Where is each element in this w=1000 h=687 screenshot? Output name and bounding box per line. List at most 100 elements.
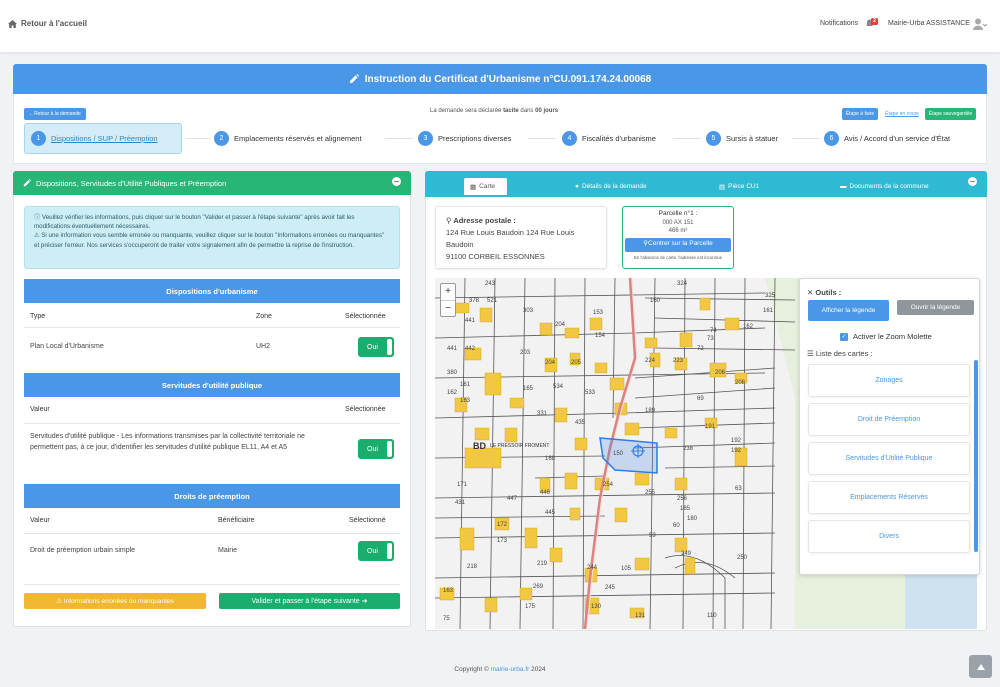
info-circle-icon: ⓘ bbox=[34, 214, 42, 221]
back-to-request-button[interactable]: ← Retour à la demande bbox=[24, 108, 86, 120]
parcel-number-label: 162 bbox=[743, 324, 754, 330]
col-beneficiary: Bénéficiaire bbox=[218, 517, 255, 524]
address-line-2: 91100 CORBEIL ESSONNES bbox=[446, 252, 545, 261]
parcel-number-label: 442 bbox=[465, 346, 476, 352]
step-1[interactable]: 1 Dispositions / SUP / Préemption bbox=[31, 130, 158, 146]
tab-map[interactable]: ▦ Carte bbox=[464, 178, 507, 195]
collapse-right-panel-icon[interactable] bbox=[968, 177, 977, 186]
pencil-icon bbox=[23, 179, 31, 187]
parcel-number-label: 533 bbox=[585, 390, 596, 396]
bell-icon[interactable]: 2 bbox=[865, 17, 879, 29]
step-1-label: Dispositions / SUP / Préemption bbox=[51, 133, 158, 143]
checkbox-checked-icon[interactable]: ✓ bbox=[840, 332, 848, 341]
show-legend-button[interactable]: Afficher la légende bbox=[808, 300, 889, 321]
preemption-header: Droits de préemption bbox=[24, 484, 400, 508]
parcel-number-label: 105 bbox=[621, 566, 632, 572]
tab-document-cu1[interactable]: ▤ Pièce CU1 bbox=[719, 178, 759, 195]
step-2[interactable]: 2 Emplacements réservés et alignement bbox=[214, 130, 362, 146]
legend-step-saved: Étape sauvegardée bbox=[925, 108, 976, 120]
map-preemption[interactable]: Droit de Préemption bbox=[808, 403, 970, 436]
page-title: Instruction du Certificat d'Urbanisme n°… bbox=[364, 73, 652, 85]
preemption-toggle[interactable]: Oui bbox=[358, 541, 394, 561]
home-link[interactable]: Retour à l'accueil bbox=[8, 19, 87, 28]
tab-request-details[interactable]: ● Détails de la demande bbox=[575, 178, 647, 195]
left-panel-header: Dispositions, Servitudes d'Utilité Publi… bbox=[13, 171, 411, 195]
parcel-number-label: 69 bbox=[697, 396, 704, 402]
footer: Copyright © mairie-urba.fr 2024 bbox=[454, 666, 546, 673]
disposition-type: Plan Local d'Urbanisme bbox=[30, 343, 104, 350]
maps-list-label: ☰ Liste des cartes : bbox=[807, 349, 873, 358]
step-4[interactable]: 4 Fiscalités d'urbanisme bbox=[562, 130, 656, 146]
parcel-number-label: 218 bbox=[467, 564, 478, 570]
dispositions-header: Dispositions d'urbanisme bbox=[24, 279, 400, 303]
map-servitudes[interactable]: Servitudes d'Utilité Publique bbox=[808, 442, 970, 475]
address-card: ⚲ Adresse postale : 124 Rue Louis Baudoi… bbox=[435, 206, 607, 269]
col-value: Valeur bbox=[30, 517, 50, 524]
user-name[interactable]: Mairie-Urba ASSISTANCE bbox=[888, 20, 970, 27]
notifications-link[interactable]: Notifications bbox=[820, 20, 858, 27]
page-title-bar: Instruction du Certificat d'Urbanisme n°… bbox=[13, 64, 987, 94]
parcel-card: Parcelle n°1 : 000 AX 151 466 m² ⚲ Centr… bbox=[622, 206, 734, 269]
parcel-number-label: 245 bbox=[605, 585, 616, 591]
col-selected: Sélectionnée bbox=[345, 406, 386, 413]
parcel-number-label: 60 bbox=[673, 523, 680, 529]
preemption-beneficiary: Mairie bbox=[218, 547, 238, 554]
maps-list-scrollbar[interactable] bbox=[974, 360, 978, 552]
zoom-out-button[interactable]: − bbox=[441, 300, 455, 317]
map-divers[interactable]: Divers bbox=[808, 520, 970, 553]
step-6[interactable]: 6 Avis / Accord d'un service d'État bbox=[824, 130, 950, 146]
home-icon bbox=[8, 19, 17, 28]
parcel-number-label: 254 bbox=[603, 482, 614, 488]
validate-next-button[interactable]: Valider et passer à l'étape suivante ➜ bbox=[219, 593, 400, 609]
zoom-in-button[interactable]: + bbox=[441, 284, 455, 300]
scroll-to-top-button[interactable] bbox=[969, 655, 992, 678]
open-legend-button[interactable]: Ouvrir la légende bbox=[897, 300, 974, 315]
parcel-number-label: 256 bbox=[677, 496, 688, 502]
step-4-label: Fiscalités d'urbanisme bbox=[582, 133, 656, 143]
col-selected: Sélectionnée bbox=[345, 313, 386, 320]
parcel-number-label: 206 bbox=[715, 370, 726, 376]
parcel-number-label: 255 bbox=[645, 490, 656, 496]
map-zonages[interactable]: Zonages bbox=[808, 364, 970, 397]
report-error-button[interactable]: ⚠ Informations erronées ou manquantes bbox=[24, 593, 206, 609]
servitude-toggle[interactable]: Oui bbox=[358, 439, 394, 459]
map-label-bd: BD bbox=[473, 441, 486, 451]
parcel-number-label: 431 bbox=[455, 500, 466, 506]
parcel-area: 466 m² bbox=[668, 228, 688, 234]
footer-link[interactable]: mairie-urba.fr bbox=[491, 666, 530, 673]
center-parcel-button[interactable]: ⚲ Centrer sur la Parcelle bbox=[625, 237, 731, 252]
parcel-id: 000 AX 151 bbox=[662, 219, 694, 226]
zoom-wheel-option[interactable]: ✓ Activer le Zoom Molette bbox=[840, 332, 932, 341]
step-3[interactable]: 3 Prescriptions diverses bbox=[418, 130, 511, 146]
parcel-number-label: 63 bbox=[735, 486, 742, 492]
parcel-number-label: 250 bbox=[737, 555, 748, 561]
map-icon: ▦ bbox=[470, 183, 477, 191]
step-5[interactable]: 5 Sursis à statuer bbox=[706, 130, 778, 146]
list-icon: ☰ bbox=[807, 349, 816, 358]
folder-icon: ▬ bbox=[840, 183, 847, 190]
map-reserved-locations[interactable]: Emplacements Réservés bbox=[808, 481, 970, 514]
chevron-up-icon bbox=[976, 663, 985, 670]
tab-commune-documents[interactable]: ▬ Documents de la commune bbox=[840, 178, 929, 195]
collapse-left-panel-icon[interactable] bbox=[392, 177, 401, 186]
file-icon: ▤ bbox=[719, 183, 726, 191]
parcel-number-label: 205 bbox=[571, 360, 582, 366]
parcel-number-label: 203 bbox=[520, 350, 531, 356]
parcel-number-label: 131 bbox=[635, 613, 646, 619]
parcel-number-label: 435 bbox=[575, 420, 586, 426]
col-type: Type bbox=[30, 313, 46, 320]
parcel-number-label: 168 bbox=[545, 456, 556, 462]
parcel-number-label: 59 bbox=[649, 533, 656, 539]
map-label-street: LE PRESSOIR FROMENT bbox=[490, 443, 550, 449]
step-3-label: Prescriptions diverses bbox=[438, 133, 512, 143]
parcel-number-label: 325 bbox=[765, 293, 776, 299]
parcel-number-label: 204 bbox=[545, 360, 556, 366]
declaration-text: La demande sera déclarée tacite dans 00 … bbox=[430, 108, 559, 114]
parcel-number-label: 173 bbox=[497, 538, 508, 544]
parcel-number-label: 244 bbox=[587, 565, 598, 571]
user-icon[interactable] bbox=[973, 18, 988, 30]
address-line-1: 124 Rue Louis Baudoin 124 Rue Louis Baud… bbox=[446, 228, 575, 249]
parcel-number-label: 171 bbox=[457, 482, 468, 488]
parcel-number-label: 189 bbox=[645, 408, 656, 414]
disposition-toggle[interactable]: Oui bbox=[358, 337, 394, 357]
